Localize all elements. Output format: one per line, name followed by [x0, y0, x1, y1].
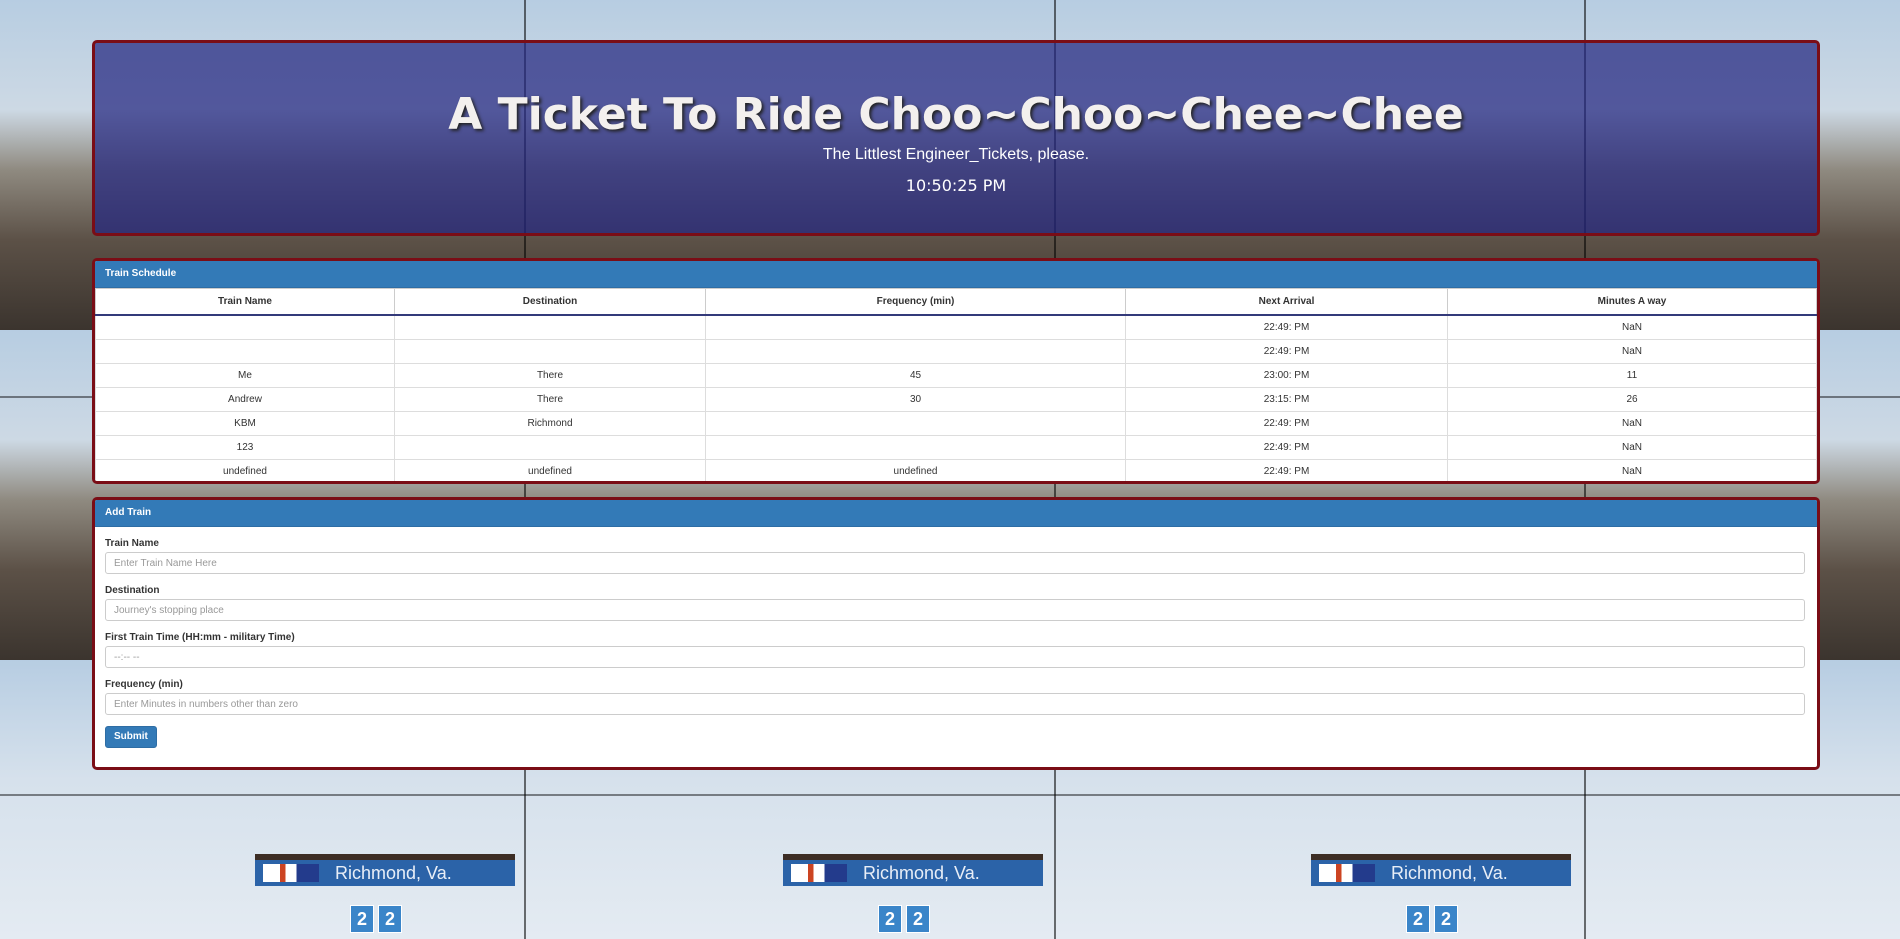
table-row: 22:49: PM NaN — [95, 314, 1817, 340]
column-header-train-name: Train Name — [95, 288, 395, 316]
table-cell — [394, 314, 706, 340]
column-header-frequency: Frequency (min) — [705, 288, 1126, 316]
table-cell: 123 — [95, 435, 395, 460]
platform-number: 2 — [1406, 905, 1430, 933]
table-cell — [95, 339, 395, 364]
schedule-table: Train Name Destination Frequency (min) N… — [95, 288, 1817, 481]
platform-number: 2 — [350, 905, 374, 933]
train-name-label: Train Name — [105, 538, 159, 549]
station-sign: Richmond, Va. — [783, 854, 1043, 886]
table-cell: 22:49: PM — [1125, 411, 1448, 436]
current-time: 10:50:25 PM — [905, 176, 1007, 195]
table-cell — [705, 411, 1126, 436]
table-cell: There — [394, 363, 706, 388]
table-row: Me There 45 23:00: PM 11 — [95, 363, 1817, 388]
frequency-label: Frequency (min) — [105, 679, 183, 690]
page-header: A Ticket To Ride Choo~Choo~Chee~Chee The… — [92, 40, 1820, 236]
table-cell: NaN — [1447, 435, 1817, 460]
table-cell: 30 — [705, 387, 1126, 412]
first-train-time-label: First Train Time (HH:mm - military Time) — [105, 632, 295, 643]
table-cell: Andrew — [95, 387, 395, 412]
table-cell: 22:49: PM — [1125, 435, 1448, 460]
page-subtitle: The Littlest Engineer_Tickets, please. — [822, 146, 1090, 163]
platform-number: 2 — [1434, 905, 1458, 933]
table-cell: NaN — [1447, 459, 1817, 481]
table-row: 22:49: PM NaN — [95, 339, 1817, 364]
table-cell: NaN — [1447, 339, 1817, 364]
table-cell: 26 — [1447, 387, 1817, 412]
platform-number: 2 — [906, 905, 930, 933]
station-sign: Richmond, Va. — [1311, 854, 1571, 886]
table-cell: 11 — [1447, 363, 1817, 388]
table-cell: NaN — [1447, 411, 1817, 436]
panel-heading: Add Train — [95, 500, 1817, 527]
frequency-input[interactable] — [105, 693, 1805, 715]
page-title: A Ticket To Ride Choo~Choo~Chee~Chee — [448, 89, 1464, 140]
column-header-minutes-away: Minutes A way — [1447, 288, 1817, 316]
table-cell: undefined — [95, 459, 395, 481]
table-row: KBM Richmond 22:49: PM NaN — [95, 411, 1817, 436]
column-header-next-arrival: Next Arrival — [1125, 288, 1448, 316]
table-cell: NaN — [1447, 314, 1817, 340]
schedule-table-body: 22:49: PM NaN 22:49: PM NaN Me There 45 23:00: … — [95, 314, 1817, 481]
table-cell: Richmond — [394, 411, 706, 436]
table-row: undefined undefined undefined 22:49: PM NaN — [95, 459, 1817, 481]
table-cell — [95, 314, 395, 340]
table-cell: KBM — [95, 411, 395, 436]
add-train-panel: Add Train Train Name Destination First T… — [92, 497, 1820, 770]
table-cell: 23:00: PM — [1125, 363, 1448, 388]
add-train-form: Train Name Destination First Train Time … — [95, 527, 1817, 748]
table-cell: 23:15: PM — [1125, 387, 1448, 412]
table-row: Andrew There 30 23:15: PM 26 — [95, 387, 1817, 412]
table-cell: There — [394, 387, 706, 412]
table-cell: 22:49: PM — [1125, 459, 1448, 481]
table-cell — [394, 339, 706, 364]
first-train-time-input[interactable] — [105, 646, 1805, 668]
train-name-input[interactable] — [105, 552, 1805, 574]
table-cell: 45 — [705, 363, 1126, 388]
platform-number: 2 — [378, 905, 402, 933]
column-header-destination: Destination — [394, 288, 706, 316]
table-cell: undefined — [394, 459, 706, 481]
table-row: 123 22:49: PM NaN — [95, 435, 1817, 460]
platform-number: 2 — [878, 905, 902, 933]
station-sign: Richmond, Va. — [255, 854, 515, 886]
train-schedule-panel: Train Schedule Train Name Destination Fr… — [92, 258, 1820, 484]
table-cell: 22:49: PM — [1125, 339, 1448, 364]
destination-label: Destination — [105, 585, 160, 596]
table-cell — [705, 339, 1126, 364]
table-cell: undefined — [705, 459, 1126, 481]
submit-button[interactable]: Submit — [105, 726, 157, 748]
panel-heading: Train Schedule — [95, 261, 1817, 288]
table-cell — [705, 314, 1126, 340]
destination-input[interactable] — [105, 599, 1805, 621]
table-cell — [705, 435, 1126, 460]
table-cell: 22:49: PM — [1125, 314, 1448, 340]
table-cell — [394, 435, 706, 460]
table-header-row: Train Name Destination Frequency (min) N… — [95, 288, 1817, 316]
table-cell: Me — [95, 363, 395, 388]
